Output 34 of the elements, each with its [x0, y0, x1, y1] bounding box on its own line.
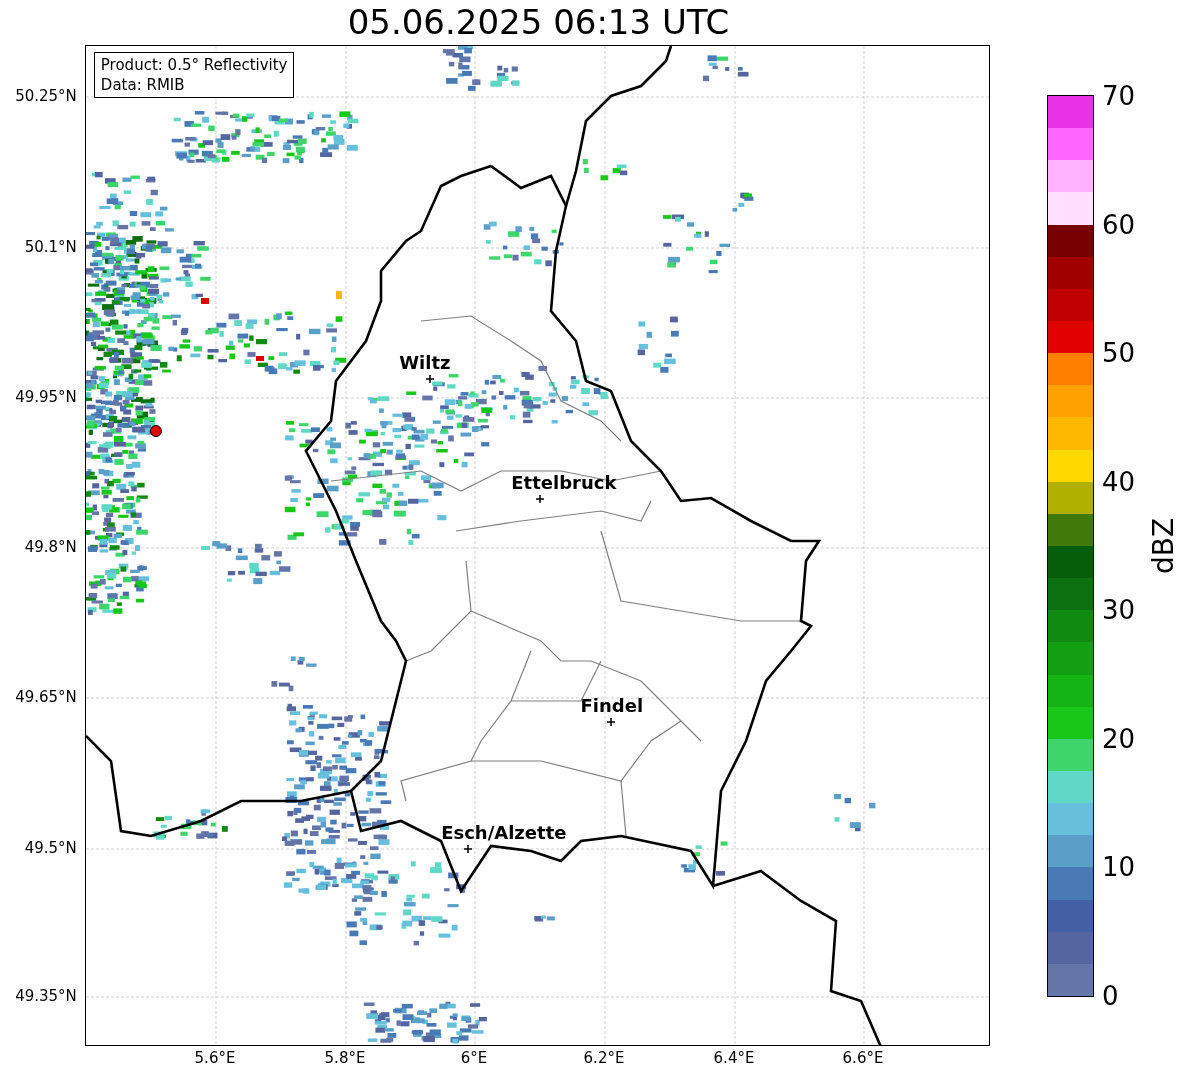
colorbar-tick-label: 30: [1102, 595, 1136, 626]
city-label: Esch/Alzette: [441, 822, 567, 844]
longitude-label: 6.4°E: [713, 1049, 755, 1067]
city-marker-icon: [606, 717, 616, 727]
colorbar-tick-label: 10: [1102, 852, 1136, 883]
longitude-label: 6°E: [460, 1049, 488, 1067]
colorbar-tick-label: 60: [1102, 209, 1136, 240]
latitude-label: 49.5°N: [24, 839, 77, 857]
colorbar-tick-label: 50: [1102, 338, 1136, 369]
city-label: Wiltz: [399, 352, 451, 374]
colorbar-tick-label: 70: [1102, 81, 1136, 111]
city-marker-icon: [463, 844, 473, 854]
latitude-label: 49.65°N: [15, 688, 77, 706]
latitude-label: 50.25°N: [15, 87, 77, 105]
longitude-label: 5.8°E: [324, 1049, 366, 1067]
latitude-label: 49.95°N: [15, 388, 77, 406]
colorbar-label: dBZ: [1147, 517, 1181, 575]
legend-text: Data: RMIB: [100, 75, 186, 95]
colorbar-tick-label: 20: [1102, 723, 1136, 754]
longitude-label: 6.2°E: [583, 1049, 625, 1067]
longitude-label: 6.6°E: [842, 1049, 884, 1067]
city-label: Findel: [580, 695, 644, 717]
city-marker-icon: [535, 494, 545, 504]
city-marker-icon: [425, 374, 435, 384]
latitude-label: 49.8°N: [24, 538, 77, 556]
latitude-label: 49.35°N: [15, 987, 77, 1005]
latitude-label: 50.1°N: [24, 238, 77, 256]
chart-title: 05.06.2025 06:13 UTC: [347, 1, 730, 44]
longitude-label: 5.6°E: [194, 1049, 236, 1067]
radar-site-icon: [149, 425, 162, 437]
colorbar-tick-label: 40: [1102, 466, 1136, 497]
legend-text: Product: 0.5° Reflectivity: [100, 55, 288, 75]
city-label: Ettelbruck: [511, 472, 617, 494]
colorbar-tick-label: 0: [1102, 981, 1119, 1011]
